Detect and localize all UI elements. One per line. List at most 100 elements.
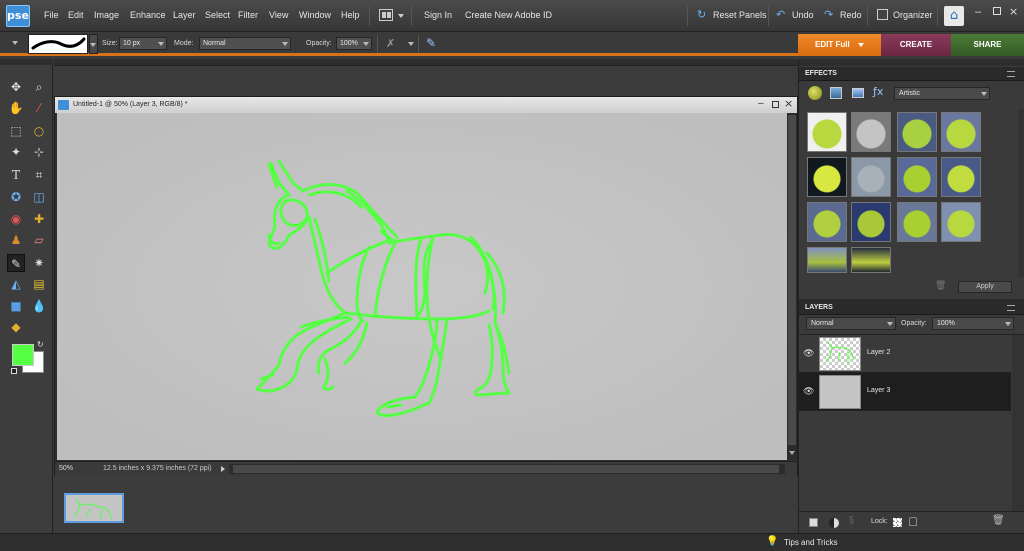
tab-create[interactable]: CREATE bbox=[881, 34, 951, 56]
default-colors-icon[interactable] bbox=[11, 368, 17, 374]
lock-icon[interactable] bbox=[909, 517, 917, 526]
brush-settings-icon[interactable]: ✎ bbox=[426, 36, 436, 50]
horizontal-scrollbar[interactable] bbox=[229, 464, 785, 474]
lasso-tool-icon[interactable]: ○ bbox=[30, 122, 48, 140]
layers-scrollbar[interactable] bbox=[1012, 335, 1024, 511]
redo-button[interactable]: Redo bbox=[840, 10, 862, 20]
status-menu-arrow-icon[interactable] bbox=[221, 466, 225, 472]
maximize-icon[interactable] bbox=[772, 101, 779, 108]
layers-panel-header[interactable]: LAYERS bbox=[799, 301, 1024, 315]
effects-category-select[interactable]: Artistic bbox=[894, 87, 990, 100]
type-tool-icon[interactable]: T bbox=[7, 166, 25, 184]
sign-in-link[interactable]: Sign In bbox=[424, 10, 452, 20]
opacity-field[interactable]: 100% bbox=[336, 37, 372, 50]
menu-help[interactable]: Help bbox=[341, 10, 360, 20]
document-title-bar[interactable]: Untitled-1 @ 50% (Layer 3, RGB/8) * – × bbox=[55, 97, 797, 113]
menu-window[interactable]: Window bbox=[299, 10, 331, 20]
h-scroll-thumb[interactable] bbox=[233, 465, 779, 473]
menu-filter[interactable]: Filter bbox=[238, 10, 258, 20]
effect-thumbnail[interactable] bbox=[851, 112, 891, 152]
project-bin-thumbnail[interactable] bbox=[64, 493, 124, 523]
minimize-icon[interactable]: – bbox=[758, 98, 764, 109]
filters-icon[interactable] bbox=[808, 86, 822, 100]
toolbox-grip[interactable] bbox=[0, 59, 53, 65]
effect-thumbnail[interactable] bbox=[851, 157, 891, 197]
create-adobe-id-link[interactable]: Create New Adobe ID bbox=[465, 10, 552, 20]
maximize-icon[interactable] bbox=[993, 7, 1001, 15]
eye-icon[interactable]: 👁 bbox=[803, 348, 814, 359]
tips-and-tricks-link[interactable]: Tips and Tricks bbox=[784, 538, 838, 547]
apply-effect-button[interactable]: Apply bbox=[958, 281, 1012, 293]
scroll-down-icon[interactable] bbox=[789, 451, 795, 455]
sponge-tool-icon[interactable]: ◆ bbox=[7, 318, 25, 336]
zoom-tool-icon[interactable]: ⌕ bbox=[30, 78, 48, 96]
menu-file[interactable]: File bbox=[44, 10, 59, 20]
effect-thumbnail[interactable] bbox=[941, 202, 981, 242]
menu-select[interactable]: Select bbox=[205, 10, 230, 20]
cookie-cutter-tool-icon[interactable]: ✪ bbox=[7, 188, 25, 206]
effect-thumbnail[interactable] bbox=[851, 247, 891, 273]
effects-scrollbar[interactable] bbox=[1018, 109, 1024, 277]
effect-thumbnail[interactable] bbox=[807, 202, 847, 242]
eyedropper-tool-icon[interactable]: ⁄ bbox=[30, 99, 48, 117]
panel-menu-icon[interactable] bbox=[1007, 71, 1015, 77]
layer-row[interactable]: 👁 Layer 2 bbox=[799, 335, 1011, 373]
blur-tool-icon[interactable]: 💧 bbox=[30, 297, 48, 315]
eraser-tool-icon[interactable]: ▱ bbox=[30, 231, 48, 249]
move-tool-icon[interactable]: ✥ bbox=[7, 78, 25, 96]
photo-effects-icon[interactable] bbox=[852, 88, 864, 98]
shape-tool-icon[interactable]: ■ bbox=[7, 297, 25, 315]
minimize-icon[interactable]: – bbox=[975, 6, 981, 18]
show-all-effects-icon[interactable]: ƒx bbox=[873, 85, 883, 98]
layer-row-selected[interactable]: 👁 Layer 3 bbox=[799, 373, 1011, 411]
red-eye-tool-icon[interactable]: ◉ bbox=[7, 210, 25, 228]
effect-thumbnail[interactable] bbox=[941, 112, 981, 152]
organizer-button[interactable]: Organizer bbox=[893, 10, 933, 20]
magic-wand-tool-icon[interactable]: ✦ bbox=[7, 143, 25, 161]
arrange-button[interactable] bbox=[379, 9, 393, 21]
undo-button[interactable]: Undo bbox=[792, 10, 814, 20]
size-field[interactable]: 10 px bbox=[119, 37, 167, 50]
image-canvas[interactable] bbox=[57, 113, 787, 460]
effect-thumbnail[interactable] bbox=[897, 157, 937, 197]
hand-tool-icon[interactable]: ✋ bbox=[7, 99, 25, 117]
close-icon[interactable]: × bbox=[784, 97, 793, 110]
airbrush-icon[interactable]: ✗ bbox=[386, 37, 395, 50]
new-layer-icon[interactable] bbox=[809, 518, 818, 527]
menu-layer[interactable]: Layer bbox=[173, 10, 196, 20]
eye-icon[interactable]: 👁 bbox=[803, 386, 814, 397]
chevron-down-icon[interactable] bbox=[398, 14, 404, 18]
tab-edit-full[interactable]: EDIT Full bbox=[798, 34, 881, 56]
brush-dropdown[interactable] bbox=[89, 34, 98, 54]
paint-bucket-tool-icon[interactable]: ◭ bbox=[7, 275, 25, 293]
delete-layer-icon[interactable]: 🗑 bbox=[992, 515, 1005, 526]
collapse-panels-icon[interactable] bbox=[54, 59, 798, 66]
effect-thumbnail[interactable] bbox=[897, 202, 937, 242]
marquee-tool-icon[interactable]: ⬚ bbox=[7, 122, 25, 140]
zoom-level[interactable]: 50% bbox=[59, 465, 73, 472]
effect-thumbnail[interactable] bbox=[807, 247, 847, 273]
menu-edit[interactable]: Edit bbox=[68, 10, 84, 20]
effect-thumbnail[interactable] bbox=[851, 202, 891, 242]
effect-thumbnail[interactable] bbox=[897, 112, 937, 152]
reset-panels-button[interactable]: Reset Panels bbox=[713, 10, 767, 20]
layer-opacity-field[interactable]: 100% bbox=[932, 317, 1014, 330]
vertical-scrollbar[interactable] bbox=[787, 113, 797, 460]
smart-brush-tool-icon[interactable]: ✷ bbox=[30, 254, 48, 272]
panel-menu-icon[interactable] bbox=[1007, 305, 1015, 311]
home-icon[interactable]: ⌂ bbox=[944, 6, 964, 26]
menu-enhance[interactable]: Enhance bbox=[130, 10, 166, 20]
effect-thumbnail[interactable] bbox=[941, 157, 981, 197]
panel-bin-grip[interactable] bbox=[799, 59, 1024, 66]
airbrush-dropdown[interactable] bbox=[408, 42, 414, 46]
menu-image[interactable]: Image bbox=[94, 10, 119, 20]
effect-thumbnail[interactable] bbox=[807, 112, 847, 152]
adjustment-layer-icon[interactable] bbox=[829, 518, 839, 528]
gradient-tool-icon[interactable]: ▤ bbox=[30, 275, 48, 293]
close-icon[interactable]: × bbox=[1009, 5, 1018, 18]
menu-view[interactable]: View bbox=[269, 10, 288, 20]
mode-select[interactable]: Normal bbox=[199, 37, 291, 50]
tab-share[interactable]: SHARE bbox=[951, 34, 1024, 56]
effect-thumbnail[interactable] bbox=[807, 157, 847, 197]
clone-stamp-tool-icon[interactable]: ♟ bbox=[7, 231, 25, 249]
